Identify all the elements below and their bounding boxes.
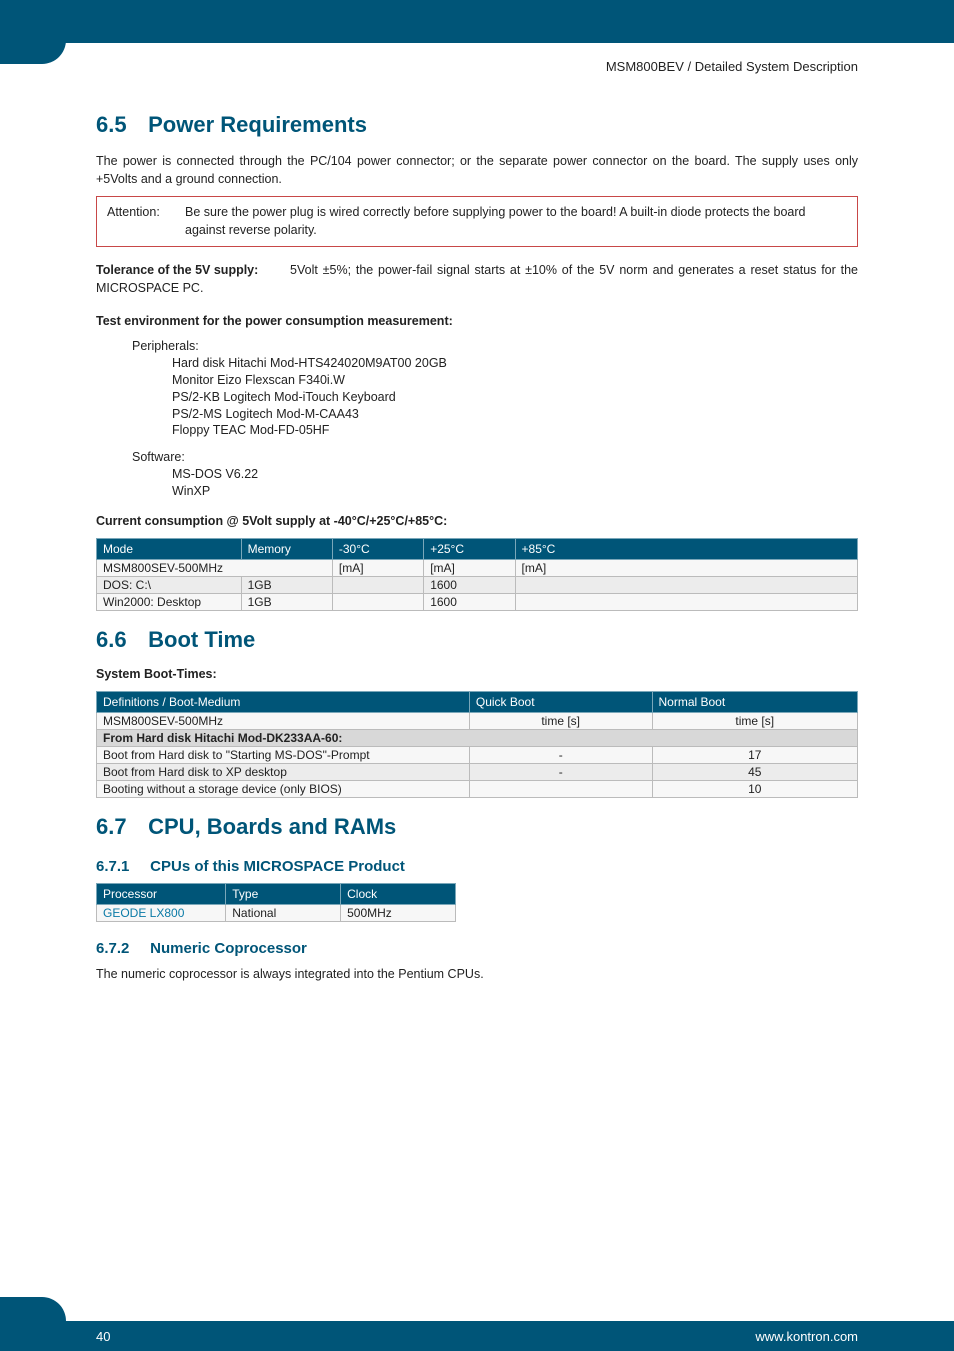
table-row: Booting without a storage device (only B… bbox=[97, 780, 858, 797]
table-row: MSM800SEV-500MHz [mA] [mA] [mA] bbox=[97, 559, 858, 576]
td: Boot from Hard disk to "Starting MS-DOS"… bbox=[97, 746, 470, 763]
peripheral-item: Monitor Eizo Flexscan F340i.W bbox=[172, 372, 858, 389]
software-label: Software: bbox=[132, 449, 858, 466]
table-row: MSM800SEV-500MHz time [s] time [s] bbox=[97, 712, 858, 729]
td: 10 bbox=[652, 780, 858, 797]
peripheral-item: PS/2-KB Logitech Mod-iTouch Keyboard bbox=[172, 389, 858, 406]
td: 1600 bbox=[424, 576, 515, 593]
consumption-heading: Current consumption @ 5Volt supply at -4… bbox=[96, 514, 858, 528]
th: +85°C bbox=[515, 538, 857, 559]
td: time [s] bbox=[469, 712, 652, 729]
td: [mA] bbox=[515, 559, 857, 576]
th: Clock bbox=[341, 883, 456, 904]
td: - bbox=[469, 763, 652, 780]
section-6-7-1-heading: 6.7.1 CPUs of this MICROSPACE Product bbox=[96, 858, 858, 875]
subsection-number: 6.7.1 bbox=[96, 858, 146, 875]
test-env-heading: Test environment for the power consumpti… bbox=[96, 314, 858, 328]
table-subhead: From Hard disk Hitachi Mod-DK233AA-60: bbox=[97, 729, 858, 746]
footer-url: www.kontron.com bbox=[755, 1329, 954, 1344]
peripheral-item: Hard disk Hitachi Mod-HTS424020M9AT00 20… bbox=[172, 355, 858, 372]
section-6-5-heading: 6.5 Power Requirements bbox=[96, 112, 858, 138]
header-band bbox=[0, 0, 954, 40]
table-row: DOS: C:\ 1GB 1600 bbox=[97, 576, 858, 593]
td: [mA] bbox=[424, 559, 515, 576]
section-title: Power Requirements bbox=[148, 112, 367, 137]
boot-times-label: System Boot-Times: bbox=[96, 667, 858, 681]
peripheral-item: Floppy TEAC Mod-FD-05HF bbox=[172, 422, 858, 439]
td: [mA] bbox=[332, 559, 423, 576]
td: National bbox=[226, 904, 341, 921]
td: 45 bbox=[652, 763, 858, 780]
table-header-row: Definitions / Boot-Medium Quick Boot Nor… bbox=[97, 691, 858, 712]
table-row: GEODE LX800 National 500MHz bbox=[97, 904, 456, 921]
th: Mode bbox=[97, 538, 242, 559]
subsection-title: CPUs of this MICROSPACE Product bbox=[150, 858, 405, 875]
table-row: Boot from Hard disk to "Starting MS-DOS"… bbox=[97, 746, 858, 763]
section-number: 6.7 bbox=[96, 814, 142, 840]
td: Booting without a storage device (only B… bbox=[97, 780, 470, 797]
td bbox=[332, 576, 423, 593]
td: - bbox=[469, 746, 652, 763]
subsection-title: Numeric Coprocessor bbox=[150, 940, 307, 957]
th: -30°C bbox=[332, 538, 423, 559]
td: 1GB bbox=[241, 576, 332, 593]
table-row: Win2000: Desktop 1GB 1600 bbox=[97, 593, 858, 610]
td bbox=[515, 576, 857, 593]
peripheral-item: PS/2-MS Logitech Mod-M-CAA43 bbox=[172, 406, 858, 423]
td: Boot from Hard disk to XP desktop bbox=[97, 763, 470, 780]
th: Memory bbox=[241, 538, 332, 559]
section-6-6-heading: 6.6 Boot Time bbox=[96, 627, 858, 653]
td bbox=[469, 780, 652, 797]
section-number: 6.5 bbox=[96, 112, 142, 138]
consumption-table: Mode Memory -30°C +25°C +85°C MSM800SEV-… bbox=[96, 538, 858, 611]
td: 1600 bbox=[424, 593, 515, 610]
td bbox=[332, 593, 423, 610]
subsection-number: 6.7.2 bbox=[96, 940, 146, 957]
td: MSM800SEV-500MHz bbox=[97, 712, 470, 729]
attention-text: Be sure the power plug is wired correctl… bbox=[185, 203, 847, 239]
test-env-block: Peripherals: Hard disk Hitachi Mod-HTS42… bbox=[132, 338, 858, 500]
attention-box: Attention: Be sure the power plug is wir… bbox=[96, 196, 858, 246]
section-number: 6.6 bbox=[96, 627, 142, 653]
tolerance-line: Tolerance of the 5V supply: 5Volt ±5%; t… bbox=[96, 261, 858, 299]
td: 500MHz bbox=[341, 904, 456, 921]
power-intro: The power is connected through the PC/10… bbox=[96, 152, 858, 188]
section-6-7-heading: 6.7 CPU, Boards and RAMs bbox=[96, 814, 858, 840]
td: time [s] bbox=[652, 712, 858, 729]
section-title: Boot Time bbox=[148, 627, 255, 652]
td: 17 bbox=[652, 746, 858, 763]
td: 1GB bbox=[241, 593, 332, 610]
section-6-7-2-heading: 6.7.2 Numeric Coprocessor bbox=[96, 940, 858, 957]
footer-bar: 40 www.kontron.com bbox=[0, 1321, 954, 1351]
th: Normal Boot bbox=[652, 691, 858, 712]
td: MSM800SEV-500MHz bbox=[97, 559, 333, 576]
td: DOS: C:\ bbox=[97, 576, 242, 593]
attention-label: Attention: bbox=[107, 203, 185, 239]
td bbox=[515, 593, 857, 610]
td: From Hard disk Hitachi Mod-DK233AA-60: bbox=[97, 729, 858, 746]
th: Type bbox=[226, 883, 341, 904]
software-item: MS-DOS V6.22 bbox=[172, 466, 858, 483]
th: +25°C bbox=[424, 538, 515, 559]
peripherals-label: Peripherals: bbox=[132, 338, 858, 355]
cpu-table: Processor Type Clock GEODE LX800 Nationa… bbox=[96, 883, 456, 922]
footer-curve bbox=[0, 1297, 66, 1321]
boot-time-table: Definitions / Boot-Medium Quick Boot Nor… bbox=[96, 691, 858, 798]
table-row: Boot from Hard disk to XP desktop - 45 bbox=[97, 763, 858, 780]
td: Win2000: Desktop bbox=[97, 593, 242, 610]
tolerance-label: Tolerance of the 5V supply: bbox=[96, 261, 266, 280]
table-header-row: Processor Type Clock bbox=[97, 883, 456, 904]
section-title: CPU, Boards and RAMs bbox=[148, 814, 396, 839]
page-number: 40 bbox=[0, 1329, 110, 1344]
table-header-row: Mode Memory -30°C +25°C +85°C bbox=[97, 538, 858, 559]
th: Processor bbox=[97, 883, 226, 904]
software-item: WinXP bbox=[172, 483, 858, 500]
th: Quick Boot bbox=[469, 691, 652, 712]
coprocessor-text: The numeric coprocessor is always integr… bbox=[96, 965, 858, 983]
running-head: MSM800BEV / Detailed System Description bbox=[96, 43, 858, 102]
cpu-link[interactable]: GEODE LX800 bbox=[97, 904, 226, 921]
th: Definitions / Boot-Medium bbox=[97, 691, 470, 712]
